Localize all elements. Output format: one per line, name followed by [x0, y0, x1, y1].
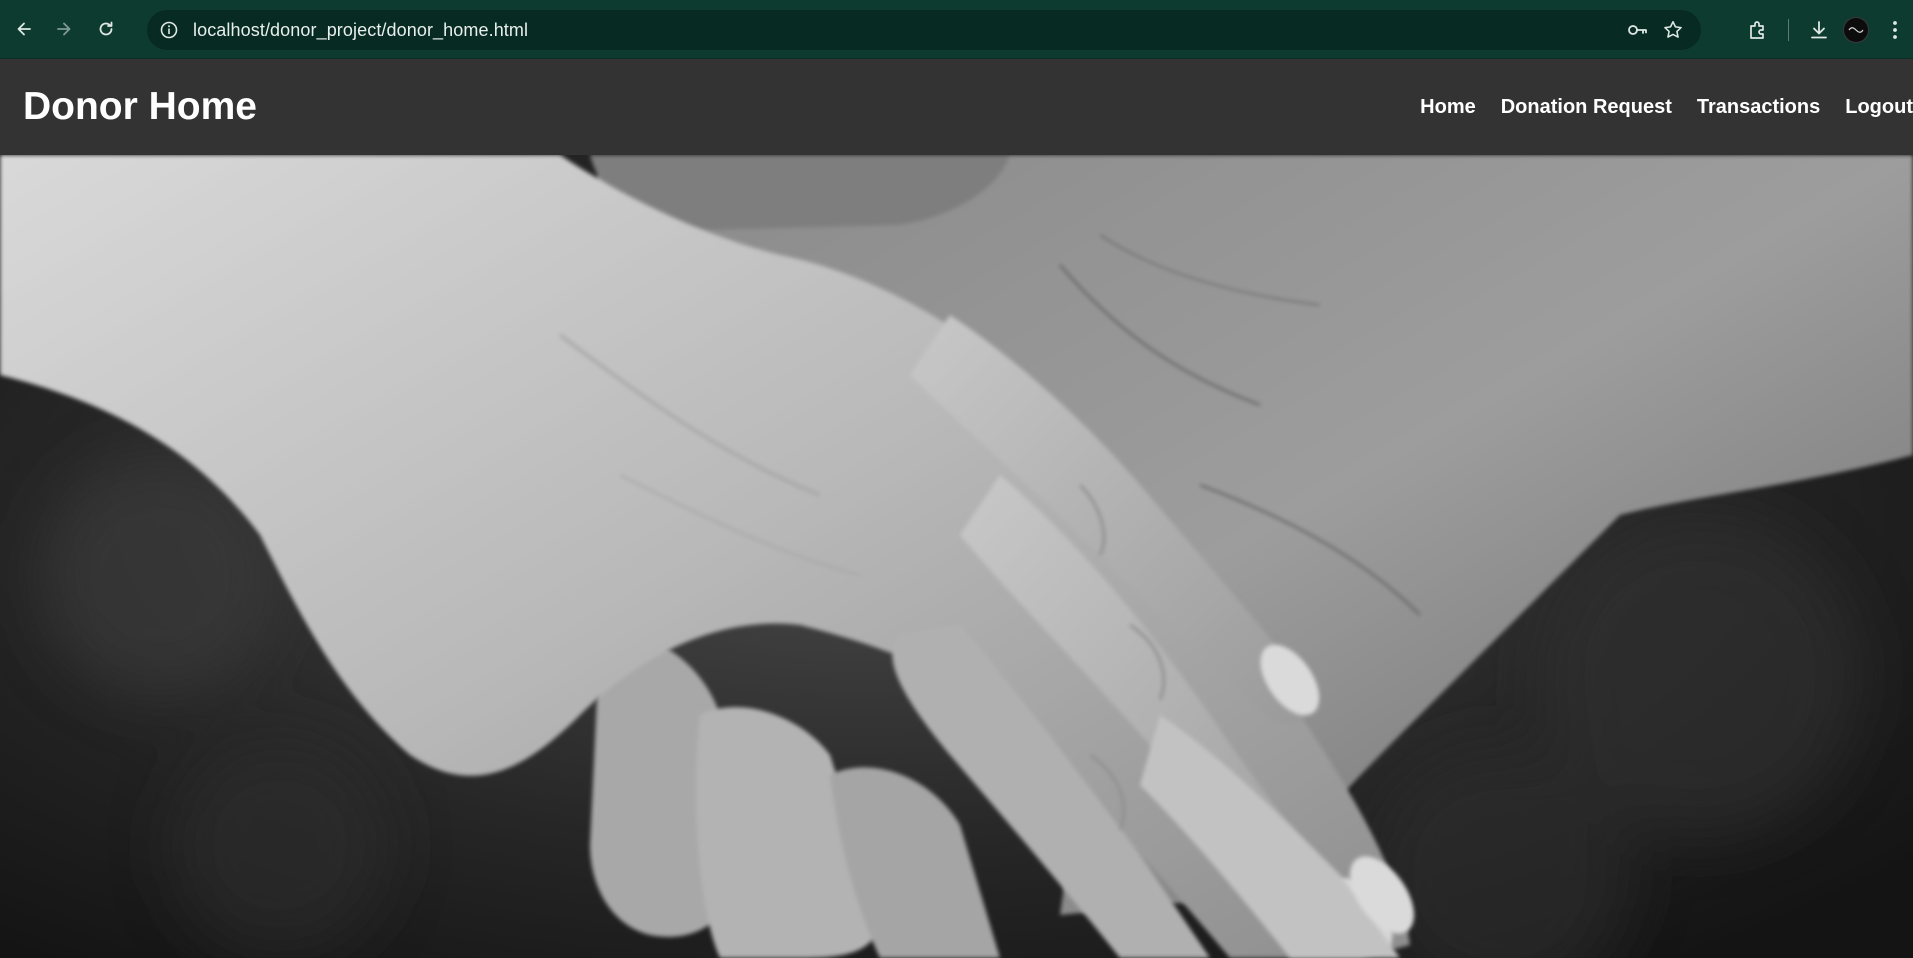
hero-image	[0, 155, 1913, 958]
download-icon[interactable]	[1799, 10, 1839, 50]
main-nav: Home Donation Request Transactions Logou…	[1420, 96, 1913, 119]
extensions-icon[interactable]	[1738, 10, 1778, 50]
nav-link-logout[interactable]: Logout	[1845, 96, 1913, 119]
nav-link-transactions[interactable]: Transactions	[1697, 96, 1820, 119]
clasped-hands-image	[0, 155, 1913, 958]
site-info-icon[interactable]	[155, 16, 183, 44]
avatar-icon[interactable]	[1843, 17, 1869, 43]
star-icon[interactable]	[1659, 16, 1687, 44]
nav-link-donation-request[interactable]: Donation Request	[1501, 96, 1672, 119]
more-menu-icon[interactable]	[1877, 10, 1913, 50]
page-title: Donor Home	[23, 85, 257, 128]
back-arrow-icon[interactable]	[6, 11, 42, 47]
browser-toolbar: localhost/donor_project/donor_home.html	[0, 0, 1913, 59]
forward-arrow-icon[interactable]	[46, 11, 82, 47]
site-header: Donor Home Home Donation Request Transac…	[0, 59, 1913, 155]
address-bar[interactable]: localhost/donor_project/donor_home.html	[147, 10, 1701, 50]
toolbar-divider	[1788, 19, 1789, 41]
nav-link-home[interactable]: Home	[1420, 96, 1476, 119]
reload-icon[interactable]	[88, 11, 124, 47]
url-text[interactable]: localhost/donor_project/donor_home.html	[193, 20, 528, 41]
key-icon[interactable]	[1623, 16, 1651, 44]
